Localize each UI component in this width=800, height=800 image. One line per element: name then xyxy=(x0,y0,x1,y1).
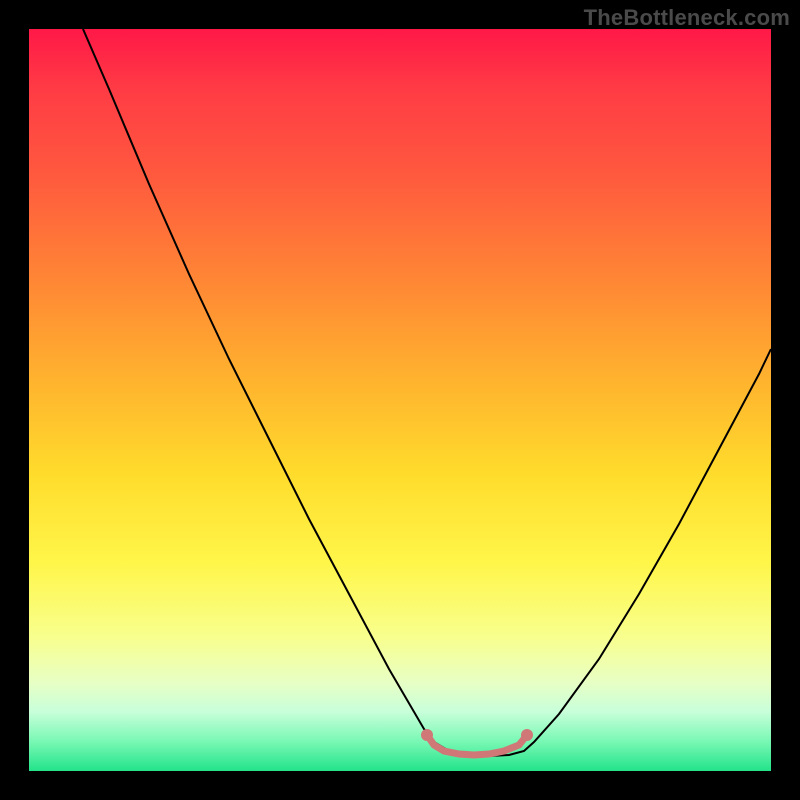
flat-endpoint-right xyxy=(521,729,533,741)
plot-area xyxy=(29,29,771,771)
watermark-text: TheBottleneck.com xyxy=(584,5,790,31)
bottleneck-curve xyxy=(83,29,771,756)
chart-frame: TheBottleneck.com xyxy=(0,0,800,800)
flat-endpoint-left xyxy=(421,729,433,741)
curve-svg xyxy=(29,29,771,771)
flat-segment xyxy=(427,735,527,755)
